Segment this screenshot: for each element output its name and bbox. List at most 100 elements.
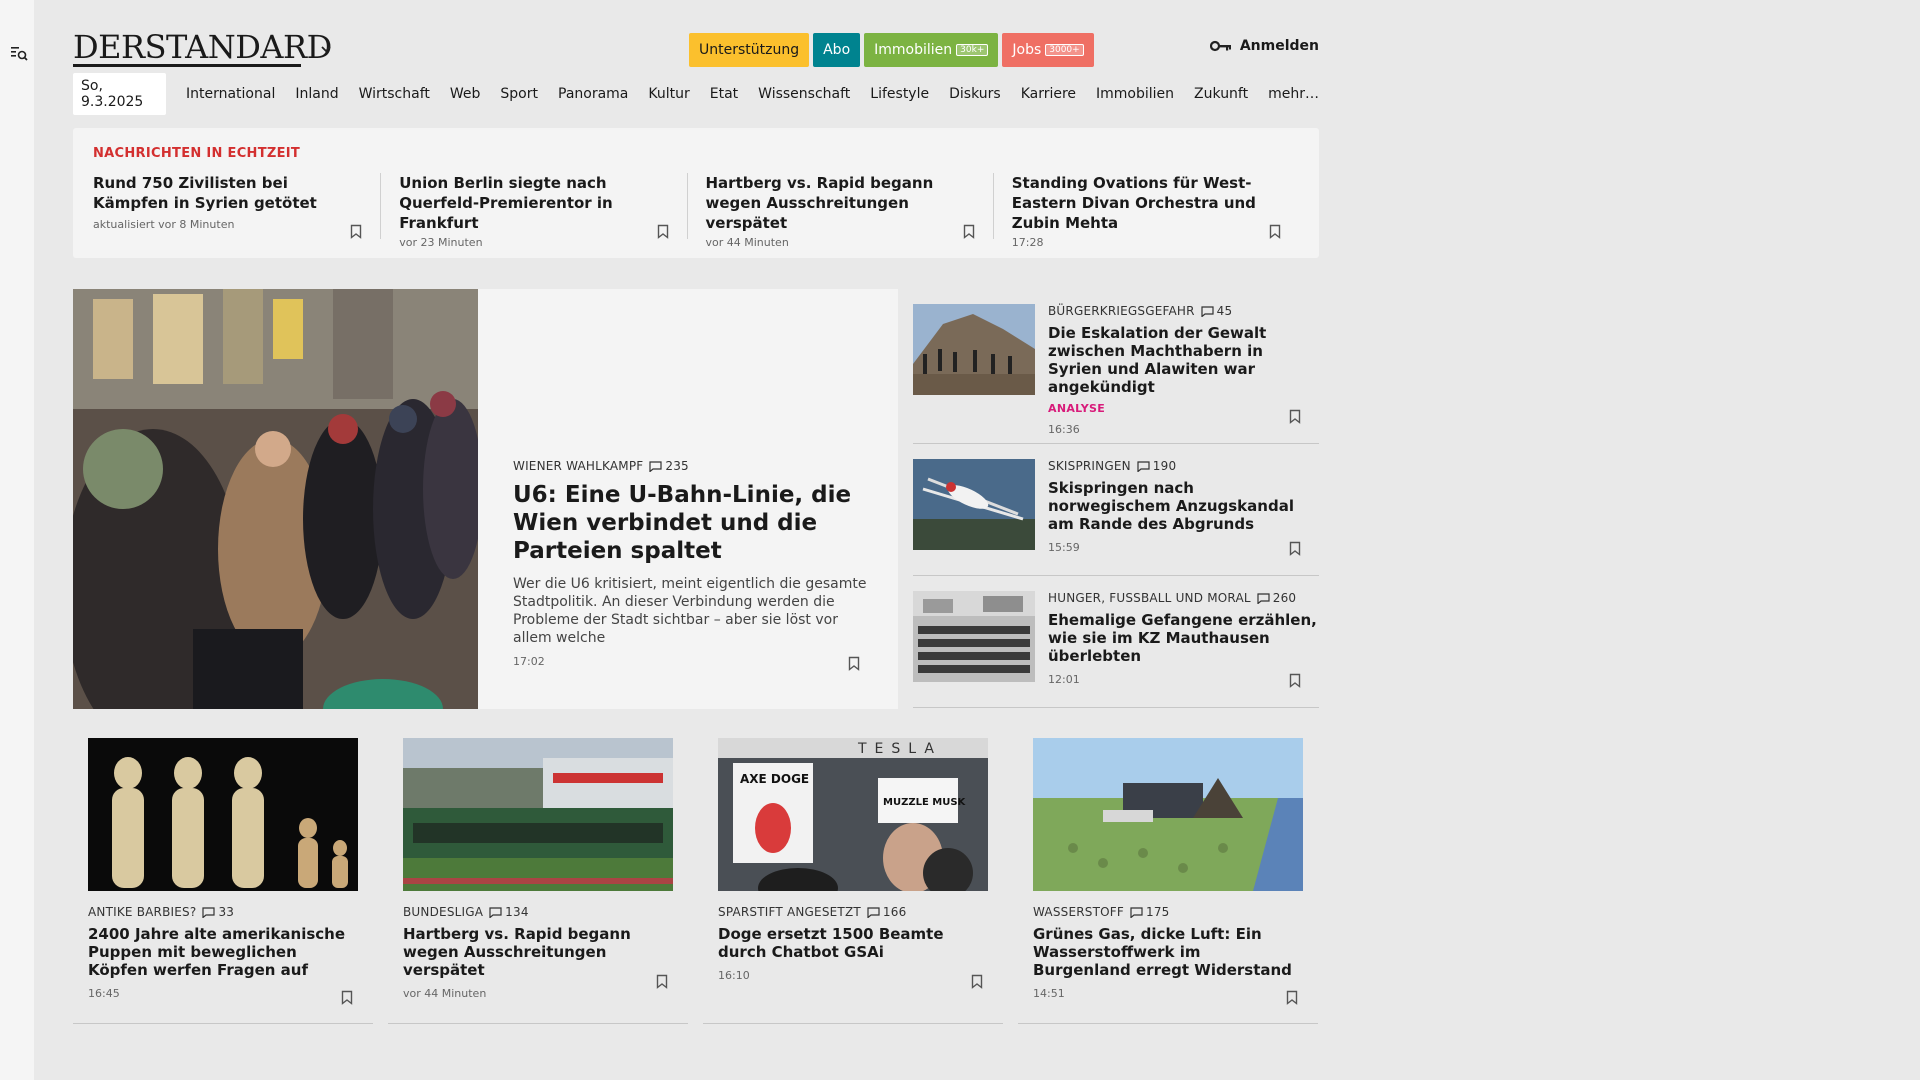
- article-title[interactable]: Ehemalige Gefangene erzählen, wie sie im…: [1048, 611, 1319, 665]
- jobs-button[interactable]: Jobs 3000+: [1002, 33, 1094, 67]
- article-image-camp-prisoners[interactable]: [913, 591, 1035, 682]
- bookmark-icon[interactable]: [657, 224, 669, 239]
- hero-article[interactable]: WIENER WAHLKAMPF 235 U6: Eine U-Bahn-Lin…: [73, 289, 898, 709]
- nav-item-etat[interactable]: Etat: [710, 86, 738, 102]
- nav-item-kultur[interactable]: Kultur: [648, 86, 689, 102]
- article-kicker: SPARSTIFT ANGESETZT 166: [718, 905, 988, 919]
- article-kicker: BÜRGERKRIEGSGEFAHR 45: [1048, 304, 1319, 318]
- nav-item-lifestyle[interactable]: Lifestyle: [870, 86, 929, 102]
- comment-count[interactable]: 33: [202, 905, 234, 919]
- comment-count[interactable]: 190: [1137, 459, 1177, 473]
- kicker-label: SKISPRINGEN: [1048, 459, 1131, 473]
- article-image-tesla-protest[interactable]: TESLA AXE DOGE MUZZLE MUSK: [718, 738, 988, 891]
- article-title[interactable]: Doge ersetzt 1500 Beamte durch Chatbot G…: [718, 925, 988, 961]
- support-button[interactable]: Unterstützung: [689, 33, 810, 67]
- logo-underline: [73, 64, 301, 67]
- nav-item-karriere[interactable]: Karriere: [1021, 86, 1076, 102]
- article-image-syria-crowd[interactable]: [913, 304, 1035, 395]
- comment-count[interactable]: 134: [489, 905, 529, 919]
- bookmark-icon[interactable]: [1289, 673, 1301, 688]
- kicker-label: SPARSTIFT ANGESETZT: [718, 905, 861, 919]
- comment-icon: [1130, 906, 1143, 918]
- list-item[interactable]: SKISPRINGEN 190 Skispringen nach norwegi…: [913, 444, 1319, 576]
- real-estate-button[interactable]: Immobilien 30k+: [864, 33, 999, 67]
- nav-item-wissenschaft[interactable]: Wissenschaft: [758, 86, 850, 102]
- article-time: 15:59: [1048, 541, 1080, 554]
- bookmark-icon[interactable]: [971, 974, 983, 989]
- menu-search-icon[interactable]: [10, 44, 28, 62]
- ticker-item[interactable]: Standing Ovations für West-Eastern Divan…: [992, 173, 1299, 249]
- article-image-hydrogen-plant[interactable]: [1033, 738, 1303, 891]
- ticker-item-title: Rund 750 Zivilisten bei Kämpfen in Syrie…: [93, 173, 362, 235]
- nav-item-web[interactable]: Web: [450, 86, 481, 102]
- ticker-item[interactable]: Hartberg vs. Rapid begann wegen Ausschre…: [686, 173, 993, 249]
- article-image-figurines[interactable]: [88, 738, 358, 891]
- comment-icon: [1201, 305, 1214, 317]
- hero-image-subway-crowd[interactable]: [73, 289, 478, 709]
- ticker-item-title: Union Berlin siegte nach Querfeld-Premie…: [399, 174, 613, 232]
- bookmark-icon[interactable]: [350, 224, 362, 239]
- article-title[interactable]: Grünes Gas, dicke Luft: Ein Wasserstoffw…: [1033, 925, 1303, 979]
- ticker-heading: NACHRICHTEN IN ECHTZEIT: [93, 146, 301, 161]
- nav-item-wirtschaft[interactable]: Wirtschaft: [359, 86, 430, 102]
- nav-item-diskurs[interactable]: Diskurs: [949, 86, 1001, 102]
- bookmark-icon[interactable]: [1289, 541, 1301, 556]
- article-kicker: WASSERSTOFF 175: [1033, 905, 1303, 919]
- tesla-banner-text: TESLA: [857, 741, 942, 757]
- article-title[interactable]: Skispringen nach norwegischem Anzugskand…: [1048, 479, 1319, 533]
- nav-item-international[interactable]: International: [186, 86, 275, 102]
- bookmark-icon[interactable]: [656, 974, 668, 989]
- comment-count[interactable]: 260: [1257, 591, 1297, 605]
- article-card[interactable]: TESLA AXE DOGE MUZZLE MUSK SPARSTIFT ANG…: [703, 738, 1003, 1024]
- abo-label: Abo: [823, 42, 851, 58]
- list-item[interactable]: HUNGER, FUSSBALL UND MORAL 260 Ehemalige…: [913, 576, 1319, 708]
- article-title[interactable]: Hartberg vs. Rapid begann wegen Ausschre…: [403, 925, 673, 979]
- comment-count-value: 45: [1216, 304, 1233, 318]
- comment-count[interactable]: 175: [1130, 905, 1170, 919]
- article-card[interactable]: BUNDESLIGA 134 Hartberg vs. Rapid begann…: [388, 738, 688, 1024]
- article-image-ski-jumper[interactable]: [913, 459, 1035, 550]
- ticker-item-time: vor 23 Minuten: [399, 236, 483, 249]
- comment-count[interactable]: 166: [867, 905, 907, 919]
- chevron-down-icon[interactable]: [319, 42, 333, 56]
- ticker-item[interactable]: Rund 750 Zivilisten bei Kämpfen in Syrie…: [93, 173, 380, 239]
- hero-title[interactable]: U6: Eine U-Bahn-Linie, die Wien verbinde…: [513, 481, 868, 565]
- bookmark-icon[interactable]: [1289, 409, 1301, 424]
- comment-count[interactable]: 235: [649, 459, 689, 473]
- side-text: SKISPRINGEN 190 Skispringen nach norwegi…: [1048, 444, 1319, 554]
- side-text: HUNGER, FUSSBALL UND MORAL 260 Ehemalige…: [1048, 576, 1319, 686]
- article-title[interactable]: 2400 Jahre alte amerikanische Puppen mit…: [88, 925, 358, 979]
- comment-count-value: 134: [505, 905, 529, 919]
- comment-count[interactable]: 45: [1201, 304, 1233, 318]
- bookmark-icon[interactable]: [848, 656, 860, 671]
- kicker-label: WASSERSTOFF: [1033, 905, 1124, 919]
- nav-item-sport[interactable]: Sport: [500, 86, 538, 102]
- article-kicker: HUNGER, FUSSBALL UND MORAL 260: [1048, 591, 1319, 605]
- ticker-item[interactable]: Union Berlin siegte nach Querfeld-Premie…: [380, 173, 686, 249]
- abo-button[interactable]: Abo: [813, 33, 861, 67]
- nav-item-zukunft[interactable]: Zukunft: [1194, 86, 1248, 102]
- article-time: 16:45: [88, 987, 120, 1000]
- analysis-badge: ANALYSE: [1048, 402, 1106, 415]
- bookmark-icon[interactable]: [341, 990, 353, 1005]
- bookmark-icon[interactable]: [1286, 990, 1298, 1005]
- article-card[interactable]: ANTIKE BARBIES? 33 2400 Jahre alte ameri…: [73, 738, 373, 1024]
- article-time: vor 44 Minuten: [403, 987, 487, 1000]
- hero-kicker: WIENER WAHLKAMPF 235: [513, 459, 868, 473]
- nav-item-immobilien[interactable]: Immobilien: [1096, 86, 1174, 102]
- logo[interactable]: DERSTANDARD: [73, 28, 332, 66]
- login-button[interactable]: Anmelden: [1209, 38, 1319, 54]
- article-title[interactable]: Die Eskalation der Gewalt zwischen Macht…: [1048, 324, 1319, 396]
- comment-icon: [1137, 460, 1150, 472]
- nav-item-inland[interactable]: Inland: [295, 86, 338, 102]
- article-card[interactable]: WASSERSTOFF 175 Grünes Gas, dicke Luft: …: [1018, 738, 1318, 1024]
- nav-item-panorama[interactable]: Panorama: [558, 86, 628, 102]
- article-kicker: ANTIKE BARBIES? 33: [88, 905, 358, 919]
- article-image-stadium[interactable]: [403, 738, 673, 891]
- article-time: 12:01: [1048, 673, 1080, 686]
- bookmark-icon[interactable]: [963, 224, 975, 239]
- article-kicker: SKISPRINGEN 190: [1048, 459, 1319, 473]
- nav-item-more[interactable]: mehr…: [1268, 86, 1319, 102]
- list-item[interactable]: BÜRGERKRIEGSGEFAHR 45 Die Eskalation der…: [913, 289, 1319, 444]
- bookmark-icon[interactable]: [1269, 224, 1281, 239]
